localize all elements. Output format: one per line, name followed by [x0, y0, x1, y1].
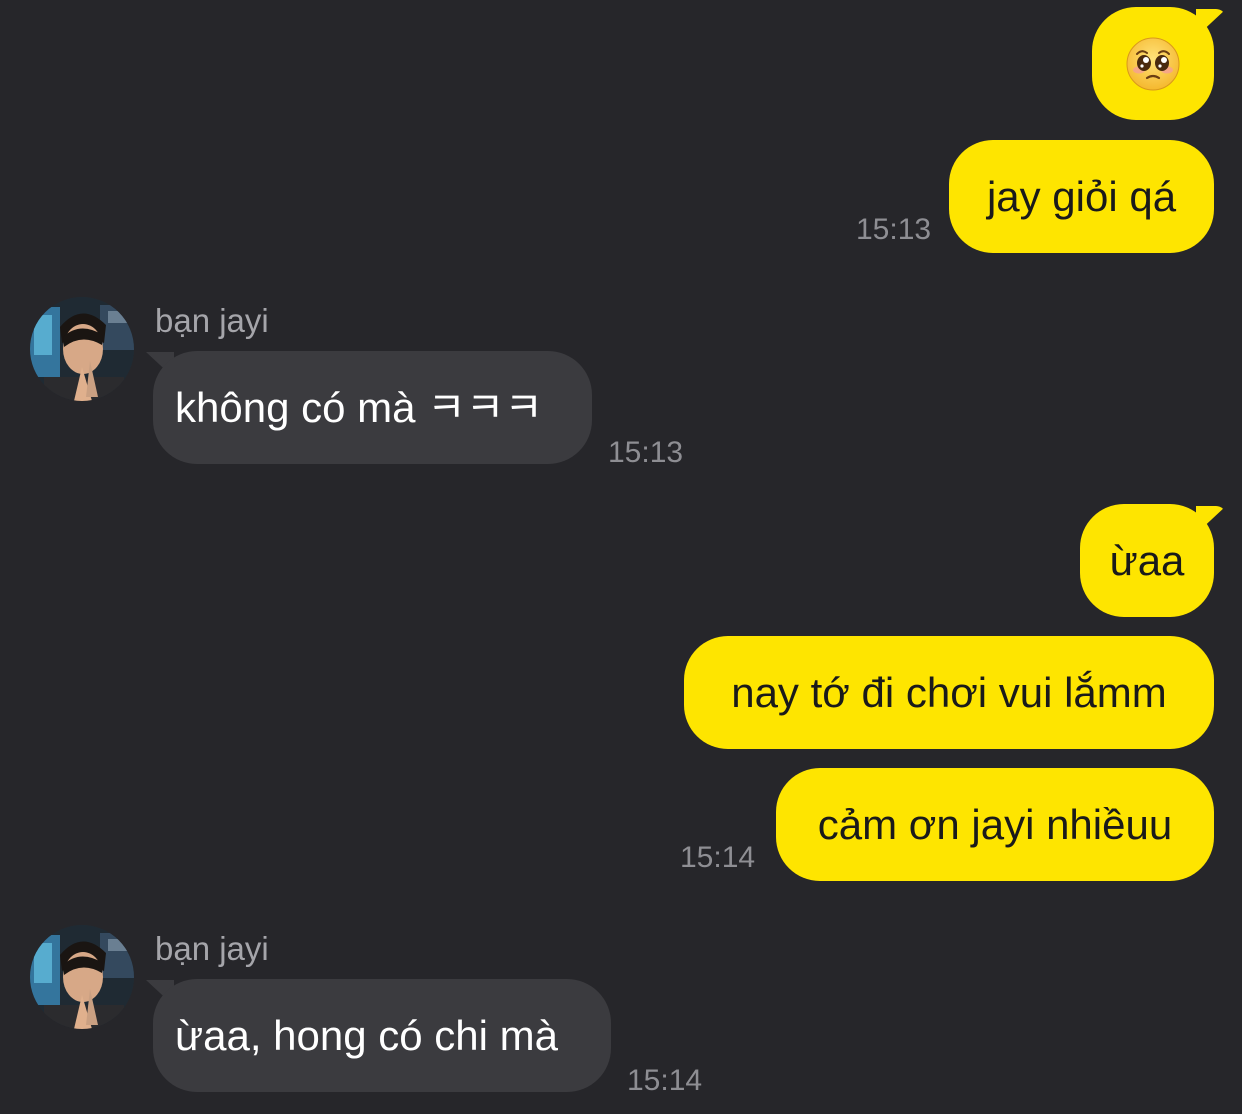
outgoing-message-bubble[interactable]: cảm ơn jayi nhiềuu [776, 768, 1214, 881]
contact-avatar[interactable] [30, 297, 134, 401]
outgoing-message-bubble[interactable]: jay giỏi qá [949, 140, 1214, 253]
sender-name: bạn jayi [155, 930, 269, 967]
sender-name: bạn jayi [155, 302, 269, 339]
incoming-message-bubble[interactable]: không có mà ㅋㅋㅋ [153, 351, 592, 464]
contact-avatar[interactable] [30, 925, 134, 1029]
outgoing-message-bubble[interactable]: nay tớ đi chơi vui lắmm [684, 636, 1214, 749]
message-timestamp: 15:13 [608, 436, 684, 469]
message-timestamp: 15:14 [627, 1064, 703, 1097]
message-timestamp: 15:13 [856, 213, 932, 246]
message-timestamp: 15:14 [680, 841, 756, 874]
outgoing-message-bubble[interactable] [1092, 7, 1214, 120]
incoming-message-bubble[interactable]: ừaa, hong có chi mà [153, 979, 611, 1092]
outgoing-message-bubble[interactable]: ừaa [1080, 504, 1214, 617]
pleading-face-emoji-icon [1126, 37, 1180, 90]
